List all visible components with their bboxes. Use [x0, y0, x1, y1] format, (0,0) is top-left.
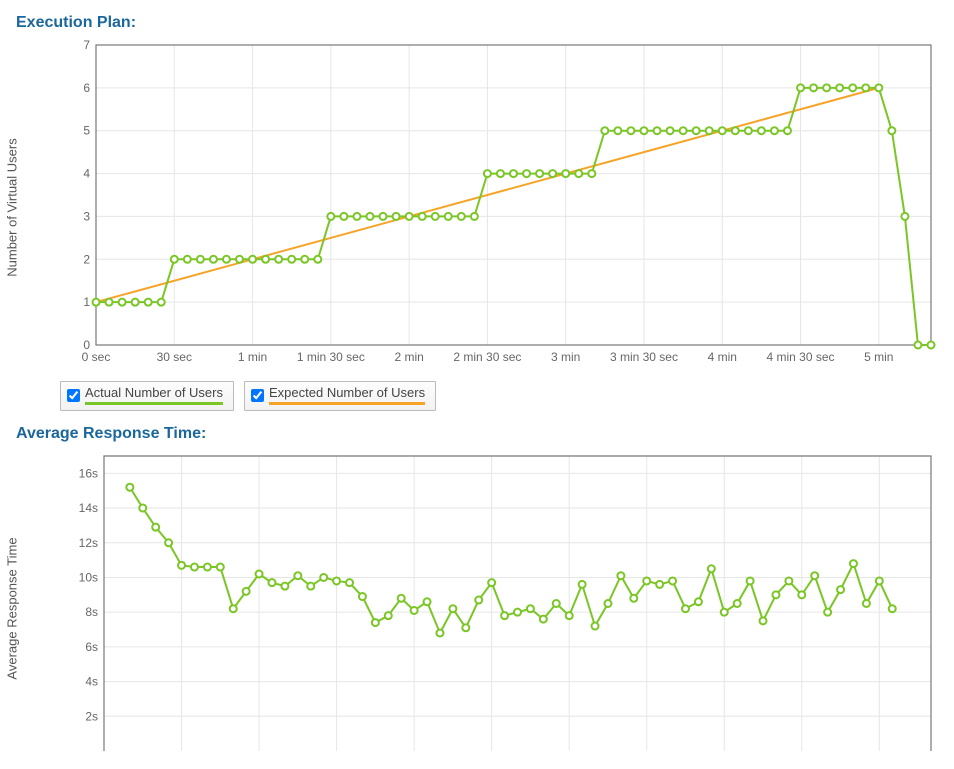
svg-text:30 sec: 30 sec: [157, 350, 192, 364]
y-axis-label-2: Average Response Time: [5, 537, 20, 679]
svg-text:5: 5: [83, 124, 90, 138]
svg-text:4 min: 4 min: [708, 350, 737, 364]
execution-plan-svg: 012345670 sec30 sec1 min1 min 30 sec2 mi…: [76, 40, 936, 370]
svg-text:5 min: 5 min: [864, 350, 893, 364]
response-time-chart: Average Response Time 2s4s6s8s10s12s14s1…: [16, 451, 954, 754]
y-axis-label-1: Number of Virtual Users: [5, 138, 20, 276]
svg-text:3 min: 3 min: [551, 350, 580, 364]
svg-text:2s: 2s: [85, 709, 98, 723]
svg-text:8s: 8s: [85, 605, 98, 619]
svg-text:10s: 10s: [79, 570, 98, 584]
legend-expected-checkbox[interactable]: [251, 389, 264, 402]
svg-text:6s: 6s: [85, 640, 98, 654]
svg-text:7: 7: [83, 40, 90, 52]
svg-text:3: 3: [83, 209, 90, 223]
legend-expected-label: Expected Number of Users: [269, 385, 425, 400]
legend-actual-swatch: [85, 402, 223, 405]
svg-text:2 min: 2 min: [394, 350, 423, 364]
legend-actual[interactable]: Actual Number of Users: [60, 381, 234, 411]
svg-text:2 min 30 sec: 2 min 30 sec: [453, 350, 521, 364]
svg-text:14s: 14s: [79, 501, 98, 515]
svg-text:1: 1: [83, 295, 90, 309]
svg-text:1 min 30 sec: 1 min 30 sec: [297, 350, 365, 364]
legend-actual-label: Actual Number of Users: [85, 385, 223, 400]
legend-row: Actual Number of Users Expected Number o…: [60, 381, 954, 411]
svg-text:1 min: 1 min: [238, 350, 267, 364]
legend-expected[interactable]: Expected Number of Users: [244, 381, 436, 411]
svg-text:3 min 30 sec: 3 min 30 sec: [610, 350, 678, 364]
svg-text:6: 6: [83, 81, 90, 95]
response-time-title: Average Response Time:: [16, 425, 954, 443]
execution-plan-title: Execution Plan:: [16, 14, 954, 32]
svg-text:16s: 16s: [79, 466, 98, 480]
legend-expected-swatch: [269, 402, 425, 405]
svg-text:4 min 30 sec: 4 min 30 sec: [767, 350, 835, 364]
svg-text:0 sec: 0 sec: [82, 350, 111, 364]
svg-text:2: 2: [83, 252, 90, 266]
response-time-svg: 2s 4s 6s 8s 10s 12s 14s 16s: [76, 451, 936, 751]
svg-text:12s: 12s: [79, 536, 98, 550]
legend-actual-checkbox[interactable]: [67, 389, 80, 402]
svg-text:4: 4: [83, 167, 90, 181]
execution-plan-chart: Number of Virtual Users 012345670 sec30 …: [16, 40, 954, 411]
svg-text:4s: 4s: [85, 675, 98, 689]
